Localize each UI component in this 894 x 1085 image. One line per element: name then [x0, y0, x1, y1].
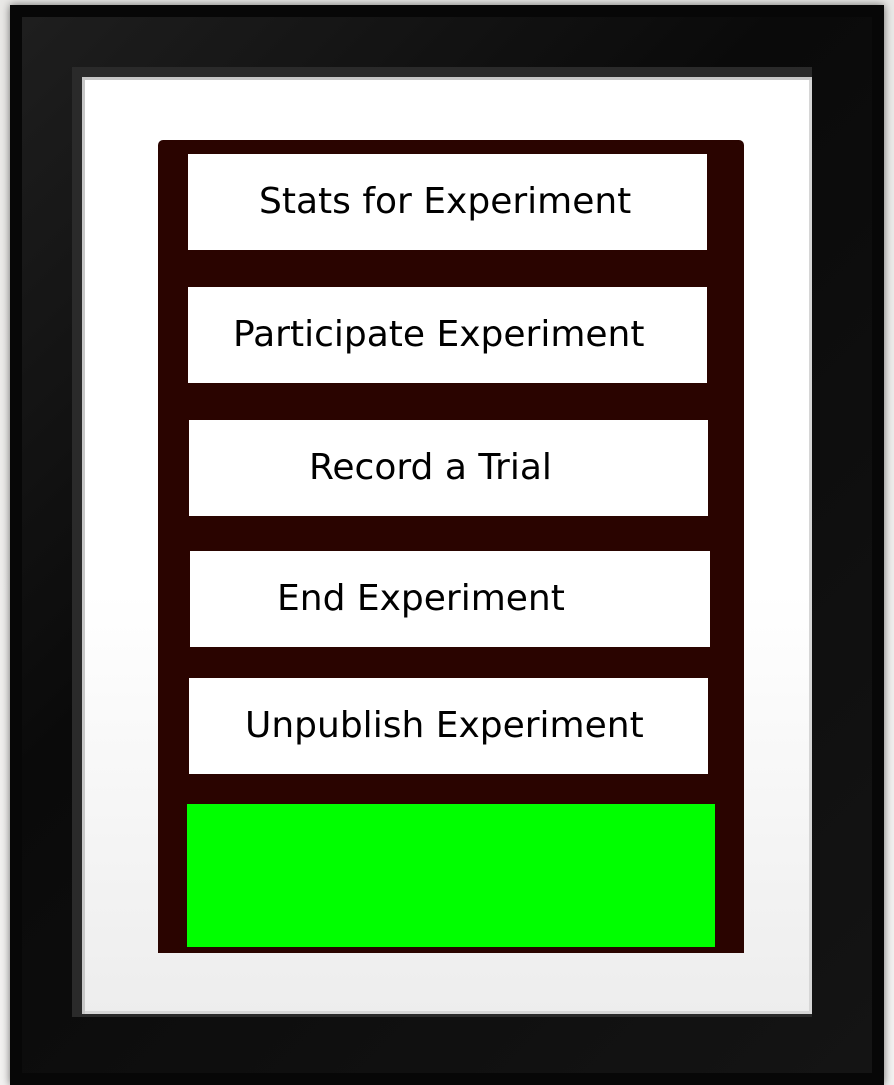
unpublish-experiment-button[interactable]: Unpublish Experiment [189, 678, 708, 774]
record-a-trial-button[interactable]: Record a Trial [189, 420, 708, 516]
stats-for-experiment-button[interactable]: Stats for Experiment [188, 154, 707, 250]
status-block [187, 804, 715, 947]
end-experiment-button[interactable]: End Experiment [190, 551, 710, 647]
participate-experiment-button[interactable]: Participate Experiment [188, 287, 707, 383]
